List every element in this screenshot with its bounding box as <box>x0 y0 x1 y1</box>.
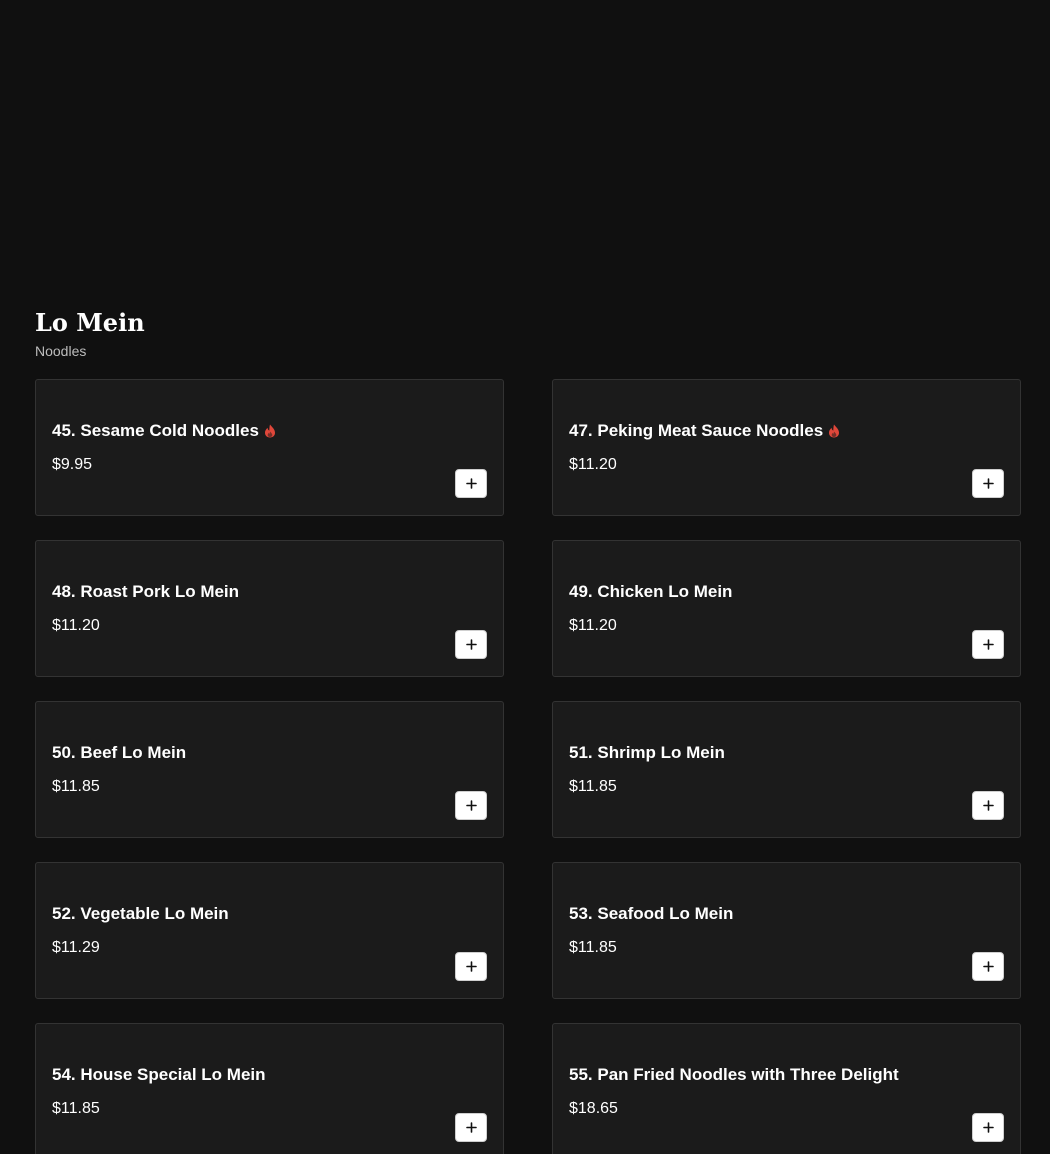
item-price: $11.20 <box>569 456 617 473</box>
add-item-button[interactable] <box>972 630 1004 659</box>
item-name-row: 49. Chicken Lo Mein <box>569 582 732 602</box>
item-price: $11.85 <box>569 778 617 795</box>
section-header: Lo Mein Noodles <box>35 308 145 360</box>
plus-icon <box>982 800 994 811</box>
item-name-row: 53. Seafood Lo Mein <box>569 904 733 924</box>
menu-item-card[interactable]: 50. Beef Lo Mein $11.85 <box>35 701 504 838</box>
add-item-button[interactable] <box>972 952 1004 981</box>
add-item-button[interactable] <box>455 1113 487 1142</box>
item-price: $18.65 <box>569 1100 618 1117</box>
menu-items-grid: 45. Sesame Cold Noodles $9.95 47. Peking… <box>35 379 1021 1154</box>
menu-page: Lo Mein Noodles 45. Sesame Cold Noodles … <box>0 0 1050 1154</box>
menu-item-card[interactable]: 45. Sesame Cold Noodles $9.95 <box>35 379 504 516</box>
add-item-button[interactable] <box>972 469 1004 498</box>
item-name-row: 52. Vegetable Lo Mein <box>52 904 229 924</box>
item-name-row: 50. Beef Lo Mein <box>52 743 186 763</box>
item-name: 54. House Special Lo Mein <box>52 1065 266 1084</box>
item-name: 51. Shrimp Lo Mein <box>569 743 725 762</box>
spicy-icon <box>264 424 275 438</box>
plus-icon <box>465 1122 477 1133</box>
section-subtitle: Noodles <box>35 343 87 359</box>
menu-item-card[interactable]: 52. Vegetable Lo Mein $11.29 <box>35 862 504 999</box>
item-price: $11.85 <box>52 1100 100 1117</box>
menu-item-card[interactable]: 53. Seafood Lo Mein $11.85 <box>552 862 1021 999</box>
section-title: Lo Mein <box>35 308 145 337</box>
item-name-row: 54. House Special Lo Mein <box>52 1065 266 1085</box>
plus-icon <box>982 639 994 650</box>
menu-item-card[interactable]: 54. House Special Lo Mein $11.85 <box>35 1023 504 1154</box>
plus-icon <box>465 800 477 811</box>
item-name-row: 47. Peking Meat Sauce Noodles <box>569 421 840 441</box>
menu-item-card[interactable]: 55. Pan Fried Noodles with Three Delight… <box>552 1023 1021 1154</box>
item-name-row: 48. Roast Pork Lo Mein <box>52 582 239 602</box>
add-item-button[interactable] <box>455 469 487 498</box>
item-name: 52. Vegetable Lo Mein <box>52 904 229 923</box>
add-item-button[interactable] <box>455 791 487 820</box>
plus-icon <box>982 961 994 972</box>
item-price: $9.95 <box>52 456 93 473</box>
item-name: 55. Pan Fried Noodles with Three Delight <box>569 1065 899 1084</box>
add-item-button[interactable] <box>455 630 487 659</box>
plus-icon <box>982 1122 994 1133</box>
item-name: 50. Beef Lo Mein <box>52 743 187 762</box>
item-price: $11.85 <box>52 778 100 795</box>
add-item-button[interactable] <box>972 791 1004 820</box>
menu-item-card[interactable]: 48. Roast Pork Lo Mein $11.20 <box>35 540 504 677</box>
item-name: 48. Roast Pork Lo Mein <box>52 582 240 601</box>
plus-icon <box>465 961 477 972</box>
item-price: $11.29 <box>52 939 100 956</box>
item-name: 45. Sesame Cold Noodles <box>52 421 259 440</box>
menu-item-card[interactable]: 51. Shrimp Lo Mein $11.85 <box>552 701 1021 838</box>
item-name-row: 55. Pan Fried Noodles with Three Delight <box>569 1065 899 1085</box>
item-price: $11.20 <box>52 617 100 634</box>
item-name: 47. Peking Meat Sauce Noodles <box>569 421 824 440</box>
item-name: 49. Chicken Lo Mein <box>569 582 733 601</box>
plus-icon <box>982 478 994 489</box>
item-price: $11.85 <box>569 939 617 956</box>
plus-icon <box>465 478 477 489</box>
spicy-icon <box>829 424 840 438</box>
add-item-button[interactable] <box>455 952 487 981</box>
item-name: 53. Seafood Lo Mein <box>569 904 734 923</box>
menu-item-card[interactable]: 47. Peking Meat Sauce Noodles $11.20 <box>552 379 1021 516</box>
plus-icon <box>465 639 477 650</box>
item-name-row: 51. Shrimp Lo Mein <box>569 743 725 763</box>
item-price: $11.20 <box>569 617 617 634</box>
item-name-row: 45. Sesame Cold Noodles <box>52 421 276 441</box>
add-item-button[interactable] <box>972 1113 1004 1142</box>
menu-item-card[interactable]: 49. Chicken Lo Mein $11.20 <box>552 540 1021 677</box>
